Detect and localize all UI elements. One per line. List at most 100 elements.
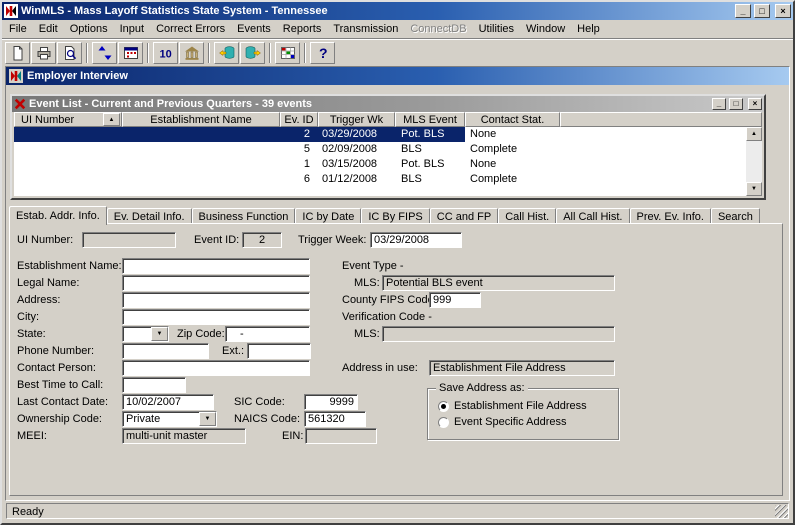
ui-number-field [82, 232, 176, 248]
toolbar-button-ten[interactable]: 10 [153, 42, 178, 64]
estab-addr-info-panel: UI Number: Event ID: 2 Trigger Week: Est… [9, 223, 783, 496]
toolbar-button-calendar[interactable] [118, 42, 143, 64]
verification-mls-label: MLS: [354, 328, 380, 340]
menu-item-transmission[interactable]: Transmission [327, 21, 404, 37]
naics-code-field[interactable] [304, 411, 366, 427]
toolbar-button-print[interactable] [31, 42, 56, 64]
county-fips-field[interactable] [429, 292, 481, 308]
chevron-down-icon[interactable]: ▼ [151, 327, 168, 341]
cell-ui-number [14, 127, 122, 142]
establishment-name-label: Establishment Name: [17, 260, 122, 272]
establishment-name-field[interactable] [122, 258, 310, 274]
toolbar-button-spreadsheet[interactable] [275, 42, 300, 64]
column-header-ev-id[interactable]: Ev. ID [280, 112, 318, 127]
event-row[interactable]: 1 03/15/2008 Pot. BLS None [14, 157, 762, 172]
ownership-code-dropdown[interactable]: Private ▼ [122, 411, 217, 427]
save-address-group: Save Address as: Establishment File Addr… [427, 388, 619, 440]
scroll-up-icon[interactable]: ▲ [746, 127, 762, 141]
save-address-option-establishment[interactable]: Establishment File Address [438, 400, 587, 412]
event-list-maximize-button[interactable]: □ [729, 98, 743, 110]
ext-field[interactable] [247, 343, 311, 359]
best-time-to-call-field[interactable] [122, 377, 186, 393]
toolbar-button-bank[interactable] [179, 42, 204, 64]
menu-item-reports[interactable]: Reports [277, 21, 328, 37]
menu-item-help[interactable]: Help [571, 21, 606, 37]
cell-trigger-wk: 03/29/2008 [318, 127, 395, 142]
radio-event-specific-address[interactable] [438, 417, 449, 428]
trigger-week-field[interactable] [370, 232, 462, 248]
sort-ascending-icon[interactable]: ▲ [103, 113, 120, 126]
employer-interview-title: Employer Interview [27, 70, 128, 82]
column-header-mls-event[interactable]: MLS Event [395, 112, 465, 127]
event-list-minimize-button[interactable]: _ [712, 98, 726, 110]
tab-ic-by-date[interactable]: IC by Date [295, 208, 361, 224]
menu-item-options[interactable]: Options [64, 21, 114, 37]
column-header-trigger-wk[interactable]: Trigger Wk [318, 112, 395, 127]
state-dropdown[interactable]: ▼ [122, 326, 169, 342]
save-address-option-event-specific[interactable]: Event Specific Address [438, 416, 567, 428]
event-list-titlebar[interactable]: Event List - Current and Previous Quarte… [12, 96, 764, 112]
maximize-button[interactable]: □ [754, 4, 770, 18]
event-row[interactable]: 6 01/12/2008 BLS Complete [14, 172, 762, 187]
scroll-down-icon[interactable]: ▼ [746, 182, 762, 196]
app-icon [4, 4, 18, 18]
naics-code-label: NAICS Code: [234, 413, 300, 425]
menu-item-correct-errors[interactable]: Correct Errors [150, 21, 231, 37]
toolbar-button-db-export[interactable] [214, 42, 239, 64]
menu-item-file[interactable]: File [3, 21, 33, 37]
cell-mls-event: BLS [395, 142, 465, 157]
radio-label[interactable]: Event Specific Address [454, 416, 567, 428]
toolbar-button-db-import[interactable] [240, 42, 265, 64]
contact-person-field[interactable] [122, 360, 310, 376]
resize-grip[interactable] [775, 505, 788, 518]
toolbar-button-new[interactable] [5, 42, 30, 64]
event-list-close-button[interactable]: × [748, 98, 762, 110]
tab-estab-addr-info[interactable]: Estab. Addr. Info. [9, 206, 107, 225]
tab-prev-ev-info[interactable]: Prev. Ev. Info. [630, 208, 711, 224]
toolbar-button-help[interactable]: ? [310, 42, 335, 64]
cell-trigger-wk: 03/15/2008 [318, 157, 395, 172]
address-field[interactable] [122, 292, 310, 308]
svg-text:10: 10 [159, 49, 171, 61]
chevron-down-icon[interactable]: ▼ [199, 412, 216, 426]
sic-code-field[interactable] [304, 394, 358, 410]
menu-item-window[interactable]: Window [520, 21, 571, 37]
radio-label[interactable]: Establishment File Address [454, 400, 587, 412]
legal-name-field[interactable] [122, 275, 310, 291]
contact-person-label: Contact Person: [17, 362, 96, 374]
radio-establishment-file-address[interactable] [438, 401, 449, 412]
city-field[interactable] [122, 309, 310, 325]
tab-business-function[interactable]: Business Function [192, 208, 296, 224]
column-header-ui-number[interactable]: UI Number ▲ [14, 112, 122, 127]
tab-all-call-hist[interactable]: All Call Hist. [556, 208, 629, 224]
minimize-button[interactable]: _ [735, 4, 751, 18]
event-list-icon [14, 98, 26, 110]
tab-ev-detail-info[interactable]: Ev. Detail Info. [107, 208, 192, 224]
tab-call-hist[interactable]: Call Hist. [498, 208, 556, 224]
cell-establishment-name [122, 157, 280, 172]
toolbar-button-preview[interactable] [57, 42, 82, 64]
best-time-to-call-label: Best Time to Call: [17, 379, 103, 391]
toolbar-separator [86, 43, 88, 63]
menu-item-input[interactable]: Input [114, 21, 150, 37]
vertical-scrollbar[interactable]: ▲ ▼ [746, 127, 762, 196]
column-header-establishment-name[interactable]: Establishment Name [122, 112, 280, 127]
column-header-contact-stat[interactable]: Contact Stat. [465, 112, 560, 127]
event-id-field: 2 [242, 232, 282, 248]
bank-icon [184, 45, 200, 61]
zip-code-field[interactable] [225, 326, 310, 342]
close-button[interactable]: × [775, 4, 791, 18]
event-row[interactable]: 5 02/09/2008 BLS Complete [14, 142, 762, 157]
menu-item-events[interactable]: Events [231, 21, 277, 37]
tab-search[interactable]: Search [711, 208, 760, 224]
menu-item-edit[interactable]: Edit [33, 21, 64, 37]
event-row[interactable]: 2 03/29/2008 Pot. BLS None [14, 127, 762, 142]
tab-ic-by-fips[interactable]: IC By FIPS [361, 208, 429, 224]
title-bar[interactable]: WinMLS - Mass Layoff Statistics State Sy… [2, 2, 793, 20]
phone-number-field[interactable] [122, 343, 209, 359]
toolbar: 10 ? [2, 39, 793, 66]
last-contact-date-field[interactable] [122, 394, 214, 410]
menu-item-utilities[interactable]: Utilities [473, 21, 520, 37]
tab-cc-and-fp[interactable]: CC and FP [430, 208, 498, 224]
toolbar-button-sort-events[interactable] [92, 42, 117, 64]
